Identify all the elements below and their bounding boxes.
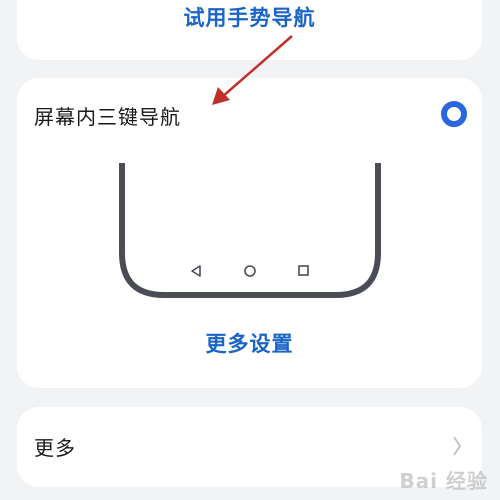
home-icon [244, 265, 256, 277]
more-settings-link[interactable]: 更多设置 [17, 328, 482, 358]
three-key-navigation-radio[interactable] [441, 101, 467, 127]
phone-preview-illustration [119, 163, 381, 298]
gesture-navigation-card: 试用手势导航 [17, 0, 482, 60]
three-key-navigation-card[interactable]: 屏幕内三键导航 更多设置 [17, 78, 482, 388]
navigation-settings-screen: 试用手势导航 屏幕内三键导航 更多设置 更多 Bai 经验 [0, 0, 500, 500]
recent-apps-icon [298, 265, 309, 276]
try-gesture-navigation-link[interactable]: 试用手势导航 [17, 2, 482, 32]
three-key-navigation-title: 屏幕内三键导航 [34, 105, 181, 129]
watermark: Bai 经验 [399, 469, 488, 493]
back-icon [191, 265, 201, 277]
more-title: 更多 [34, 436, 76, 460]
chevron-right-icon [453, 436, 462, 456]
